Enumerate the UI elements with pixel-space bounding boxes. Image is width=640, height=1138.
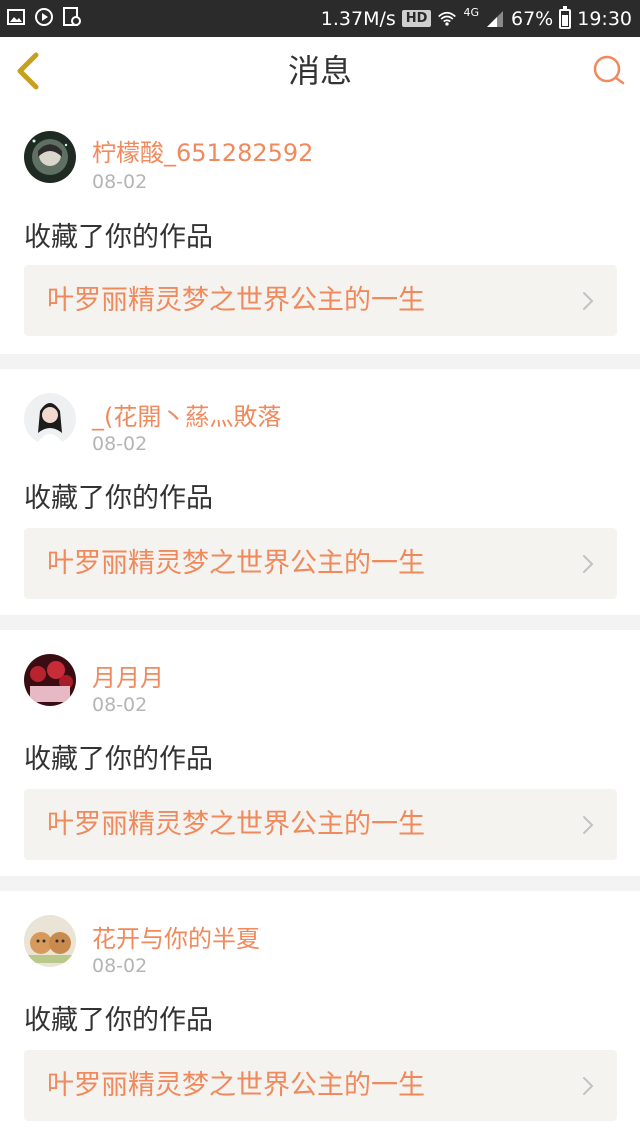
image-icon	[6, 7, 26, 27]
screenshot-icon	[62, 7, 82, 27]
battery-icon	[559, 5, 572, 29]
network-speed: 1.37M/s	[320, 7, 396, 30]
message-item[interactable]: 花开与你的半夏 08-02 收藏了你的作品 叶罗丽精灵梦之世界公主的一生	[0, 891, 640, 1138]
network-type: 4G	[463, 6, 479, 19]
status-bar: 1.37M/s HD 4G 67% 19:30	[0, 0, 640, 37]
work-link[interactable]: 叶罗丽精灵梦之世界公主的一生	[24, 789, 617, 860]
signal-icon	[485, 9, 505, 29]
clock: 19:30	[577, 7, 632, 30]
play-icon	[34, 7, 54, 27]
message-item[interactable]: 月月月 08-02 收藏了你的作品 叶罗丽精灵梦之世界公主的一生	[0, 630, 640, 876]
action-text: 收藏了你的作品	[24, 222, 213, 253]
chevron-right-icon	[583, 555, 594, 573]
work-title: 叶罗丽精灵梦之世界公主的一生	[47, 809, 425, 840]
avatar[interactable]	[24, 654, 76, 706]
page-title: 消息	[287, 52, 352, 90]
avatar[interactable]	[24, 131, 76, 183]
action-text: 收藏了你的作品	[24, 1005, 213, 1036]
app-header: 消息	[0, 37, 640, 106]
work-link[interactable]: 叶罗丽精灵梦之世界公主的一生	[24, 265, 617, 336]
battery-percent: 67%	[511, 7, 554, 30]
username[interactable]: 月月月	[92, 658, 164, 693]
work-title: 叶罗丽精灵梦之世界公主的一生	[47, 1070, 425, 1101]
hd-badge: HD	[401, 10, 432, 27]
avatar[interactable]	[24, 393, 76, 445]
work-link[interactable]: 叶罗丽精灵梦之世界公主的一生	[24, 528, 617, 599]
status-notification-icons	[6, 7, 82, 27]
search-icon	[593, 55, 625, 85]
username[interactable]: 花开与你的半夏	[92, 919, 260, 954]
chevron-right-icon	[583, 1077, 594, 1095]
status-system-info: 1.37M/s HD 4G 67% 19:30	[321, 0, 632, 37]
username[interactable]: 柠檬酸_651282592	[92, 133, 313, 168]
message-date: 08-02	[92, 955, 148, 977]
work-title: 叶罗丽精灵梦之世界公主的一生	[47, 285, 425, 316]
message-date: 08-02	[92, 433, 148, 455]
action-text: 收藏了你的作品	[24, 744, 213, 775]
action-text: 收藏了你的作品	[24, 483, 213, 514]
avatar[interactable]	[24, 915, 76, 967]
work-link[interactable]: 叶罗丽精灵梦之世界公主的一生	[24, 1050, 617, 1121]
chevron-right-icon	[583, 816, 594, 834]
search-button[interactable]	[592, 54, 626, 88]
message-item[interactable]: _(花開丶蕬灬敗落 08-02 收藏了你的作品 叶罗丽精灵梦之世界公主的一生	[0, 369, 640, 615]
message-date: 08-02	[92, 171, 148, 193]
chevron-right-icon	[583, 292, 594, 310]
message-item[interactable]: 柠檬酸_651282592 08-02 收藏了你的作品 叶罗丽精灵梦之世界公主的…	[0, 105, 640, 354]
wifi-icon	[437, 9, 457, 29]
username[interactable]: _(花開丶蕬灬敗落	[92, 397, 281, 432]
message-date: 08-02	[92, 694, 148, 716]
work-title: 叶罗丽精灵梦之世界公主的一生	[47, 548, 425, 579]
